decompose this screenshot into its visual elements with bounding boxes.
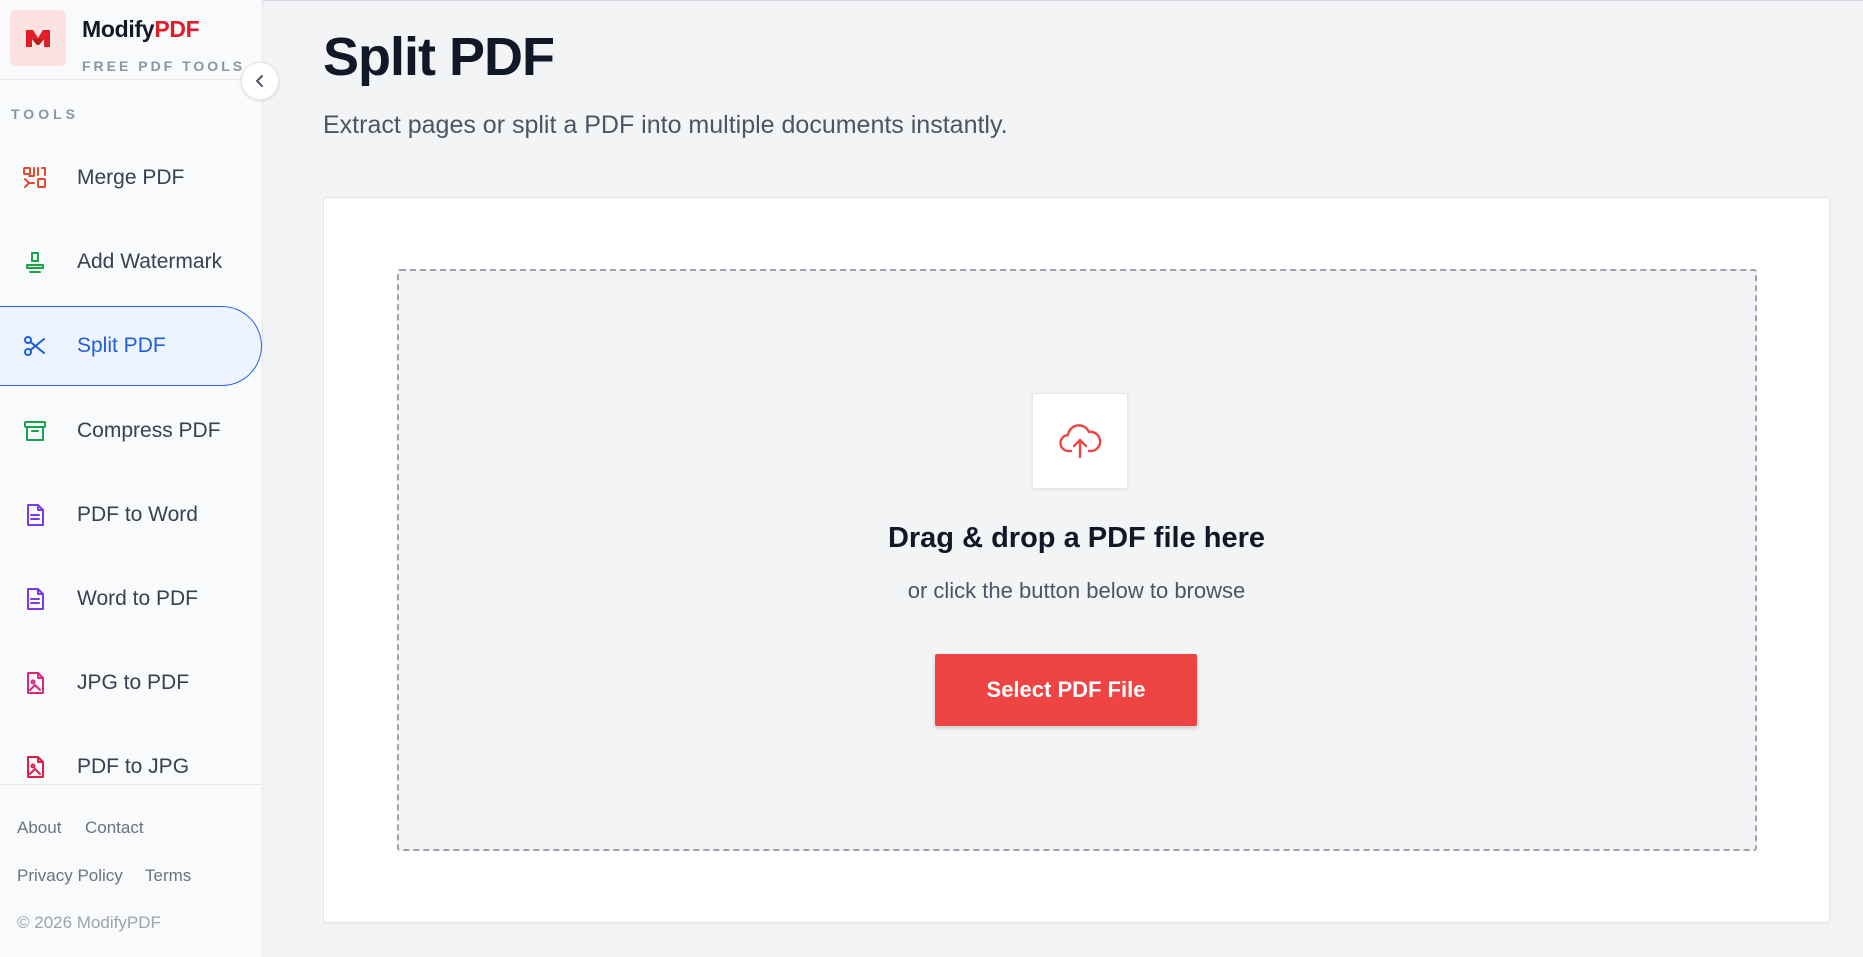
brand-name: ModifyPDF — [82, 16, 200, 43]
document-icon — [27, 588, 44, 610]
about-link[interactable]: About — [17, 818, 61, 838]
dropzone-subtitle: or click the button below to browse — [907, 578, 1246, 603]
stamp-icon — [26, 252, 44, 273]
image-file-icon — [27, 756, 44, 778]
logo-icon — [10, 10, 66, 66]
brand-name-primary: Modify — [82, 16, 155, 42]
page-title: Split PDF — [323, 27, 555, 87]
copyright: © 2026 ModifyPDF — [17, 913, 161, 932]
contact-link[interactable]: Contact — [85, 818, 144, 838]
brand-name-accent: PDF — [154, 16, 200, 42]
brand-tagline: FREE PDF TOOLS — [82, 58, 246, 74]
upload-card: Drag & drop a PDF file here or click the… — [323, 197, 1830, 923]
chevron-left-icon — [256, 75, 263, 87]
top-border — [0, 0, 1863, 1]
sidebar-item-add-watermark[interactable]: Add Watermark — [0, 222, 262, 302]
sidebar-item-label: PDF to Word — [77, 503, 198, 526]
sidebar-item-jpg-to-pdf[interactable]: JPG to PDF — [0, 643, 262, 723]
sidebar-item-label: JPG to PDF — [77, 671, 190, 694]
file-dropzone[interactable]: Drag & drop a PDF file here or click the… — [397, 269, 1757, 851]
sidebar-item-word-to-pdf[interactable]: Word to PDF — [0, 559, 262, 639]
select-pdf-file-button[interactable]: Select PDF File — [935, 654, 1197, 726]
cloud-upload-icon — [1059, 424, 1102, 459]
sidebar-item-label: PDF to JPG — [77, 755, 190, 778]
sidebar-item-label: Compress PDF — [77, 419, 221, 442]
dropzone-title: Drag & drop a PDF file here — [887, 522, 1266, 554]
privacy-policy-link[interactable]: Privacy Policy — [17, 866, 123, 886]
collapse-sidebar-button[interactable] — [241, 62, 279, 100]
page-subtitle: Extract pages or split a PDF into multip… — [323, 111, 1008, 139]
sidebar-footer: About Contact Privacy Policy Terms © 202… — [0, 784, 262, 957]
terms-link[interactable]: Terms — [145, 866, 191, 886]
sidebar-item-split-pdf[interactable]: Split PDF — [0, 306, 262, 386]
sidebar-item-merge-pdf[interactable]: Merge PDF — [0, 138, 262, 218]
sidebar: ModifyPDF FREE PDF TOOLS TOOLS Merge PDF… — [0, 0, 263, 957]
sidebar-item-label: Add Watermark — [77, 250, 223, 273]
archive-icon — [24, 421, 46, 441]
brand-divider — [0, 79, 262, 80]
upload-icon-box — [1032, 393, 1128, 489]
scissors-icon — [24, 336, 45, 356]
brand[interactable]: ModifyPDF FREE PDF TOOLS — [10, 10, 260, 74]
sidebar-item-compress-pdf[interactable]: Compress PDF — [0, 391, 262, 471]
merge-icon — [23, 167, 46, 188]
tools-section-label: TOOLS — [11, 106, 79, 122]
document-icon — [27, 504, 44, 526]
sidebar-item-label: Merge PDF — [77, 166, 185, 189]
sidebar-item-label: Split PDF — [77, 334, 166, 357]
image-file-icon — [27, 672, 44, 694]
sidebar-item-pdf-to-word[interactable]: PDF to Word — [0, 475, 262, 555]
sidebar-item-label: Word to PDF — [77, 587, 198, 610]
